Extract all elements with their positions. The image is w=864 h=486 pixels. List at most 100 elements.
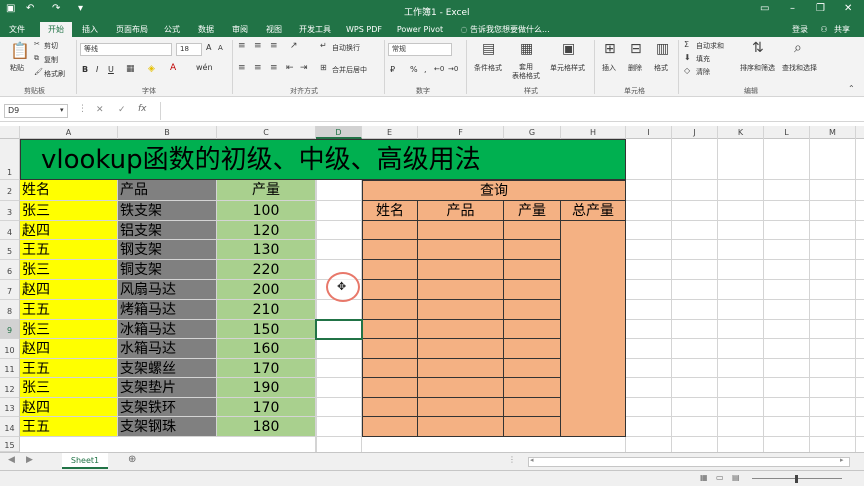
tab-insert[interactable]: 插入 (78, 22, 102, 37)
name-cell[interactable]: 王五 (20, 240, 118, 260)
product-cell[interactable]: 支架螺丝 (118, 359, 217, 378)
query-empty-cell[interactable] (504, 221, 561, 240)
qty-cell[interactable]: 130 (217, 240, 316, 260)
query-empty-cell[interactable] (504, 240, 561, 260)
query-total-cell[interactable] (561, 221, 626, 437)
format-as-table-button[interactable]: 套用 表格格式 (512, 63, 540, 81)
align-top-icon[interactable]: ≡ (238, 41, 246, 51)
insert-function-icon[interactable]: fx (138, 104, 147, 114)
decrease-decimal-icon[interactable]: →0 (448, 65, 458, 73)
insert-cells-button[interactable]: 插入 (602, 63, 616, 73)
name-cell[interactable]: 赵四 (20, 221, 118, 240)
font-color-icon[interactable]: A (170, 63, 176, 73)
qty-cell[interactable]: 190 (217, 378, 316, 398)
column-header-h[interactable]: H (561, 126, 626, 139)
product-cell[interactable]: 烤箱马达 (118, 300, 217, 320)
tab-review[interactable]: 审阅 (228, 22, 252, 37)
query-empty-cell[interactable] (418, 280, 504, 300)
header-qty-cell[interactable]: 产量 (217, 180, 316, 201)
row-header-10[interactable]: 10 (0, 339, 20, 359)
query-empty-cell[interactable] (362, 240, 418, 260)
italic-button[interactable]: I (96, 65, 98, 74)
cut-button[interactable]: 剪切 (44, 41, 58, 51)
query-empty-cell[interactable] (504, 359, 561, 378)
name-cell[interactable]: 赵四 (20, 280, 118, 300)
header-name-cell[interactable]: 姓名 (20, 180, 118, 201)
column-header-j[interactable]: J (672, 126, 718, 139)
name-box[interactable]: D9 (4, 104, 68, 118)
product-cell[interactable]: 铜支架 (118, 260, 217, 280)
qty-cell[interactable]: 210 (217, 300, 316, 320)
tab-file[interactable]: 文件 (4, 22, 30, 37)
query-empty-cell[interactable] (362, 320, 418, 339)
column-header-e[interactable]: E (362, 126, 418, 139)
tab-developer[interactable]: 开发工具 (296, 22, 334, 37)
query-qty-header[interactable]: 产量 (504, 201, 561, 221)
select-all-corner[interactable] (0, 126, 20, 139)
query-empty-cell[interactable] (418, 378, 504, 398)
minimize-icon[interactable]: – (790, 3, 795, 14)
align-middle-icon[interactable]: ≡ (254, 41, 262, 51)
sheet-tab-sheet1[interactable]: Sheet1 (62, 453, 108, 469)
conditional-format-button[interactable]: 条件格式 (474, 63, 502, 73)
column-header-k[interactable]: K (718, 126, 764, 139)
bold-button[interactable]: B (82, 65, 88, 74)
row-header-12[interactable]: 12 (0, 378, 20, 398)
query-empty-cell[interactable] (362, 260, 418, 280)
query-name-header[interactable]: 姓名 (362, 201, 418, 221)
column-header-i[interactable]: I (626, 126, 672, 139)
row-header-7[interactable]: 7 (0, 280, 20, 300)
redo-icon[interactable]: ↷ (52, 3, 60, 14)
query-empty-cell[interactable] (418, 320, 504, 339)
name-box-dropdown-icon[interactable]: ▾ (60, 106, 64, 114)
query-empty-cell[interactable] (362, 359, 418, 378)
qty-cell[interactable]: 150 (217, 320, 316, 339)
copy-button[interactable]: 复制 (44, 55, 58, 65)
query-empty-cell[interactable] (418, 359, 504, 378)
product-cell[interactable]: 支架铁环 (118, 398, 217, 417)
query-empty-cell[interactable] (362, 378, 418, 398)
wrap-text-button[interactable]: 自动换行 (332, 43, 360, 53)
tab-view[interactable]: 视图 (262, 22, 286, 37)
query-empty-cell[interactable] (362, 417, 418, 437)
undo-icon[interactable]: ↶ (26, 3, 34, 14)
name-cell[interactable]: 赵四 (20, 339, 118, 359)
query-empty-cell[interactable] (504, 280, 561, 300)
cancel-icon[interactable]: ✕ (96, 105, 104, 115)
qty-cell[interactable]: 200 (217, 280, 316, 300)
header-product-cell[interactable]: 产品 (118, 180, 217, 201)
cell-styles-button[interactable]: 单元格样式 (550, 63, 585, 73)
column-header-b[interactable]: B (118, 126, 217, 139)
paste-button[interactable]: 粘贴 (10, 63, 24, 73)
shrink-font-icon[interactable]: A (218, 44, 223, 52)
align-left-icon[interactable]: ≡ (238, 63, 246, 73)
query-empty-cell[interactable] (362, 280, 418, 300)
enter-icon[interactable]: ✓ (118, 105, 126, 115)
borders-icon[interactable]: ▦ (126, 64, 135, 74)
query-empty-cell[interactable] (504, 260, 561, 280)
qty-cell[interactable]: 170 (217, 398, 316, 417)
tab-home[interactable]: 开始 (40, 22, 72, 37)
share-button[interactable]: 共享 (830, 22, 854, 37)
page-break-view-icon[interactable]: ▤ (732, 473, 740, 482)
qty-cell[interactable]: 220 (217, 260, 316, 280)
name-cell[interactable]: 张三 (20, 201, 118, 221)
tab-formulas[interactable]: 公式 (160, 22, 184, 37)
query-title-cell[interactable]: 查询 (362, 180, 626, 201)
product-cell[interactable]: 风扇马达 (118, 280, 217, 300)
tab-wps-pdf[interactable]: WPS PDF (344, 22, 384, 37)
format-painter-button[interactable]: 格式刷 (44, 69, 65, 79)
qty-cell[interactable]: 170 (217, 359, 316, 378)
query-empty-cell[interactable] (418, 240, 504, 260)
delete-cells-button[interactable]: 删除 (628, 63, 642, 73)
query-product-header[interactable]: 产品 (418, 201, 504, 221)
query-empty-cell[interactable] (418, 398, 504, 417)
row-header-15[interactable]: 15 (0, 437, 20, 452)
product-cell[interactable]: 冰箱马达 (118, 320, 217, 339)
row-header-13[interactable]: 13 (0, 398, 20, 417)
query-empty-cell[interactable] (418, 417, 504, 437)
currency-icon[interactable]: ₽ (390, 65, 395, 74)
tell-me-box[interactable]: 告诉我您想要做什么... (470, 22, 566, 37)
qty-cell[interactable]: 120 (217, 221, 316, 240)
increase-decimal-icon[interactable]: ←0 (434, 65, 444, 73)
